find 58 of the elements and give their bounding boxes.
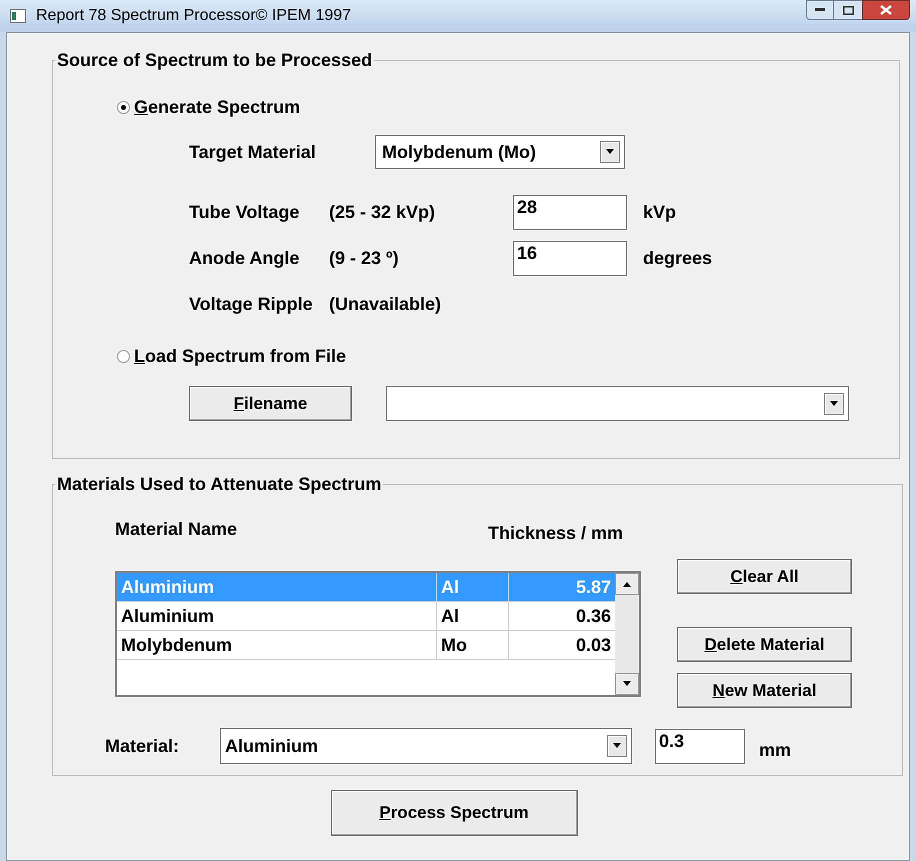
close-button[interactable] bbox=[862, 0, 910, 20]
list-row[interactable]: Aluminium Al 0.36 bbox=[117, 602, 615, 631]
down-arrow-icon bbox=[829, 400, 839, 406]
group-legend: Materials Used to Attenuate Spectrum bbox=[55, 471, 384, 498]
table-cell: Al bbox=[437, 602, 509, 630]
table-cell-text: 5.87 bbox=[574, 576, 612, 599]
unit-text: kVp bbox=[643, 200, 676, 224]
close-icon bbox=[880, 5, 892, 15]
column-header: Material Name bbox=[115, 518, 238, 541]
down-arrow-icon bbox=[612, 743, 622, 749]
table-cell: Aluminium bbox=[117, 573, 437, 601]
field-label: Voltage Ripple bbox=[189, 292, 314, 316]
dropdown-button[interactable] bbox=[607, 735, 627, 757]
field-label: Material: bbox=[105, 734, 180, 758]
unit-text: degrees bbox=[643, 246, 712, 270]
input-field[interactable]: 28 bbox=[513, 194, 627, 230]
down-arrow-icon bbox=[622, 681, 632, 687]
table-cell: Al bbox=[437, 573, 509, 601]
new-material-button[interactable]: New Material bbox=[677, 673, 852, 708]
minimize-icon bbox=[815, 8, 825, 12]
table-cell: Molybdenum bbox=[117, 631, 437, 659]
unit-text: mm bbox=[759, 738, 792, 762]
down-arrow-icon bbox=[605, 149, 615, 155]
material-dropdown[interactable]: Aluminium bbox=[220, 728, 632, 764]
process-spectrum-button[interactable]: Process Spectrum bbox=[330, 790, 578, 836]
radio-label[interactable]: Load Spectrum from File bbox=[134, 343, 346, 370]
window-title: Report 78 Spectrum Processor© IPEM 1997 bbox=[36, 6, 352, 26]
filename-button[interactable]: Filename bbox=[189, 386, 352, 421]
maximize-button[interactable] bbox=[834, 0, 862, 20]
delete-material-button[interactable]: Delete Material bbox=[677, 627, 852, 662]
radio-button[interactable] bbox=[117, 350, 130, 363]
target-material-dropdown[interactable]: Molybdenum (Mo) bbox=[375, 135, 625, 169]
column-header: Thickness / mm bbox=[488, 522, 624, 545]
clear-all-button[interactable]: Clear All bbox=[677, 559, 852, 594]
range-text: (25 - 32 kVp) bbox=[329, 200, 436, 224]
table-cell: Aluminium bbox=[117, 602, 437, 630]
table-cell-text: 0.36 bbox=[574, 605, 612, 628]
table-cell: Mo bbox=[437, 631, 509, 659]
app-icon bbox=[10, 9, 26, 23]
scrollbar[interactable] bbox=[615, 573, 639, 695]
filename-dropdown[interactable] bbox=[386, 386, 849, 421]
maximize-icon bbox=[842, 6, 854, 14]
radio-label[interactable]: Generate Spectrum bbox=[134, 94, 300, 121]
minimize-button[interactable] bbox=[806, 0, 834, 20]
dropdown-button[interactable] bbox=[600, 141, 620, 163]
input-field[interactable]: 16 bbox=[513, 240, 627, 276]
range-text: (Unavailable) bbox=[329, 292, 442, 316]
field-label: Anode Angle bbox=[189, 246, 300, 270]
dropdown-button[interactable] bbox=[824, 392, 844, 414]
radio-button[interactable] bbox=[117, 101, 130, 114]
table-cell-text: 0.03 bbox=[574, 634, 612, 657]
field-label: Target Material bbox=[189, 140, 317, 164]
list-row[interactable]: Molybdenum Mo 0.03 bbox=[117, 631, 615, 660]
field-label: Tube Voltage bbox=[189, 200, 300, 224]
input-field[interactable]: 0.3 bbox=[655, 728, 745, 764]
up-arrow-icon bbox=[622, 581, 632, 587]
group-legend: Source of Spectrum to be Processed bbox=[55, 47, 374, 74]
range-text: (9 - 23 º) bbox=[329, 246, 400, 270]
